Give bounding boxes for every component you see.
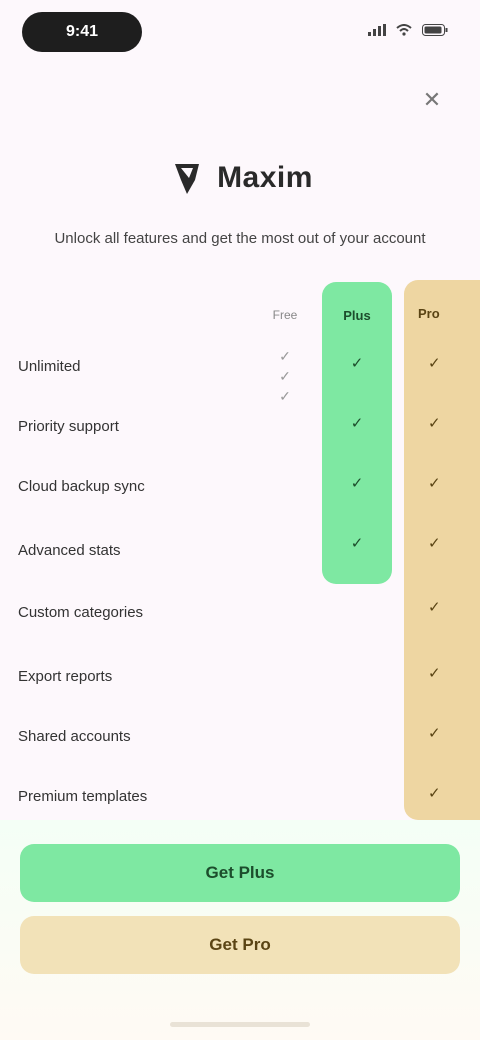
check-icon: ✓ <box>350 535 364 552</box>
check-icon: ✓ <box>428 665 441 682</box>
close-icon[interactable]: ✕ <box>420 88 444 112</box>
plan-label-free: Free <box>272 308 298 322</box>
get-pro-button[interactable]: Get Pro <box>20 916 460 974</box>
check-icon: ✓ <box>350 355 364 372</box>
feature-row: Priority support <box>18 417 119 435</box>
check-icon: ✓ <box>279 388 291 404</box>
check-icon: ✓ <box>350 415 364 432</box>
plan-label-pro: Pro <box>418 306 440 321</box>
brand-name: Maxim <box>217 161 313 194</box>
brand-header: Maxim <box>0 158 480 198</box>
plan-column-plus[interactable]: Plus ✓ ✓ ✓ ✓ <box>322 282 392 584</box>
check-icon: ✓ <box>279 368 291 384</box>
plan-label-plus: Plus <box>343 308 371 323</box>
check-icon: ✓ <box>428 535 441 552</box>
feature-row: Cloud backup sync <box>18 477 145 495</box>
system-icons <box>368 24 448 39</box>
get-plus-button[interactable]: Get Plus <box>20 844 460 902</box>
check-icon: ✓ <box>428 475 441 492</box>
check-icon: ✓ <box>428 415 441 432</box>
check-icon: ✓ <box>428 725 441 742</box>
feature-row: Advanced stats <box>18 541 121 559</box>
wifi-icon <box>396 24 412 39</box>
check-icon: ✓ <box>428 355 441 372</box>
feature-row: Unlimited <box>18 357 81 375</box>
plan-column-free[interactable]: Free ✓ ✓ ✓ <box>252 296 318 816</box>
feature-row: Shared accounts <box>18 727 131 745</box>
home-indicator[interactable] <box>170 1022 310 1027</box>
feature-row: Premium templates <box>18 787 148 805</box>
feature-row: Custom categories <box>18 603 144 621</box>
battery-icon <box>422 24 448 39</box>
check-icon: ✓ <box>428 785 441 802</box>
status-bar: 9:41 <box>0 0 480 64</box>
check-icon: ✓ <box>350 475 364 492</box>
check-icon: ✓ <box>428 599 441 616</box>
check-icon: ✓ <box>279 348 291 364</box>
status-time: 9:41 <box>22 12 142 52</box>
maxim-logo <box>167 158 207 198</box>
signal-icon <box>368 24 386 39</box>
plan-column-pro[interactable]: Pro ✓ ✓ ✓ ✓ ✓ ✓ ✓ ✓ <box>404 280 480 820</box>
feature-row: Export reports <box>18 667 113 685</box>
page-subtitle: Unlock all features and get the most out… <box>54 230 426 247</box>
